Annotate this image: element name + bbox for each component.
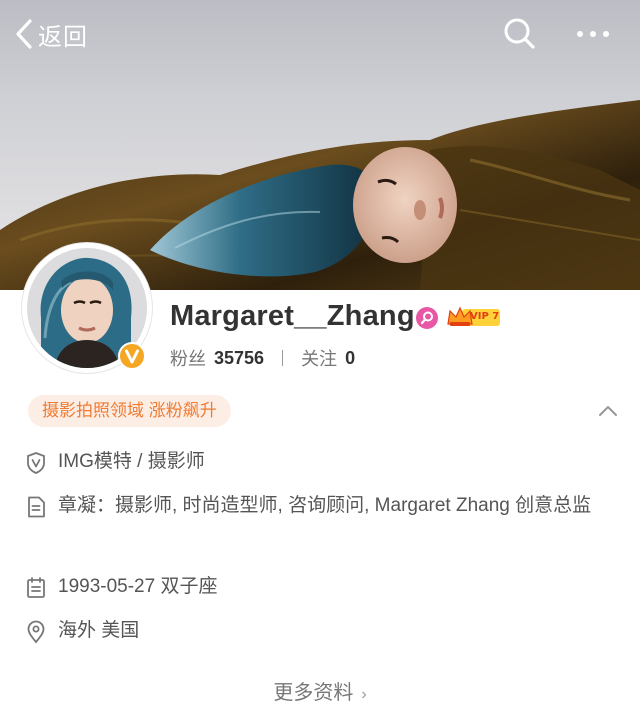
chevron-left-icon <box>16 19 32 49</box>
more-info-label: 更多资料 <box>273 682 354 704</box>
bio-row: 章凝：摄影师, 时尚造型师, 咨询顾问, Margaret Zhang 创意总监 <box>24 493 618 524</box>
following-count[interactable]: 0 <box>345 348 355 369</box>
search-icon <box>504 18 535 49</box>
pink-search-badge-icon[interactable] <box>415 306 439 330</box>
verified-v-icon <box>118 342 146 370</box>
chevron-right-icon: › <box>361 686 367 703</box>
calendar-icon <box>27 577 45 598</box>
back-label: 返回 <box>38 23 88 51</box>
more-dots-icon <box>577 31 609 37</box>
verification-text: IMG模特 / 摄影师 <box>58 451 205 472</box>
location-pin-icon <box>27 620 45 644</box>
verification-row: IMG模特 / 摄影师 <box>24 449 205 480</box>
more-info-link[interactable]: 更多资料 › <box>0 676 640 705</box>
back-button[interactable]: 返回 <box>14 14 88 54</box>
vip-level-label: VIP 7 <box>470 311 500 322</box>
profile-name: Margaret__Zhang <box>170 300 415 332</box>
location-row: 海外 美国 <box>24 618 139 649</box>
chevron-up-icon[interactable] <box>596 402 620 420</box>
location-text: 海外 美国 <box>58 620 140 641</box>
search-button[interactable] <box>500 14 540 54</box>
bio-text: 章凝：摄影师, 时尚造型师, 咨询顾问, Margaret Zhang 创意总监 <box>58 495 592 516</box>
following-label[interactable]: 关注 <box>301 345 337 371</box>
trending-tag-chip[interactable]: 摄影拍照领域 涨粉飙升 <box>28 395 231 427</box>
stat-divider <box>282 350 284 366</box>
more-options-button[interactable] <box>572 14 616 54</box>
fans-count[interactable]: 35756 <box>214 348 264 369</box>
birthday-row: 1993-05-27 双子座 <box>24 574 217 605</box>
birthday-text: 1993-05-27 双子座 <box>58 576 218 597</box>
shield-v-icon <box>27 452 45 474</box>
top-navigation-bar: 返回 <box>0 0 640 66</box>
avatar[interactable] <box>22 243 152 373</box>
fans-label[interactable]: 粉丝 <box>170 345 206 371</box>
profile-stats: 粉丝 35756 关注 0 <box>170 346 355 370</box>
document-icon <box>28 496 45 518</box>
